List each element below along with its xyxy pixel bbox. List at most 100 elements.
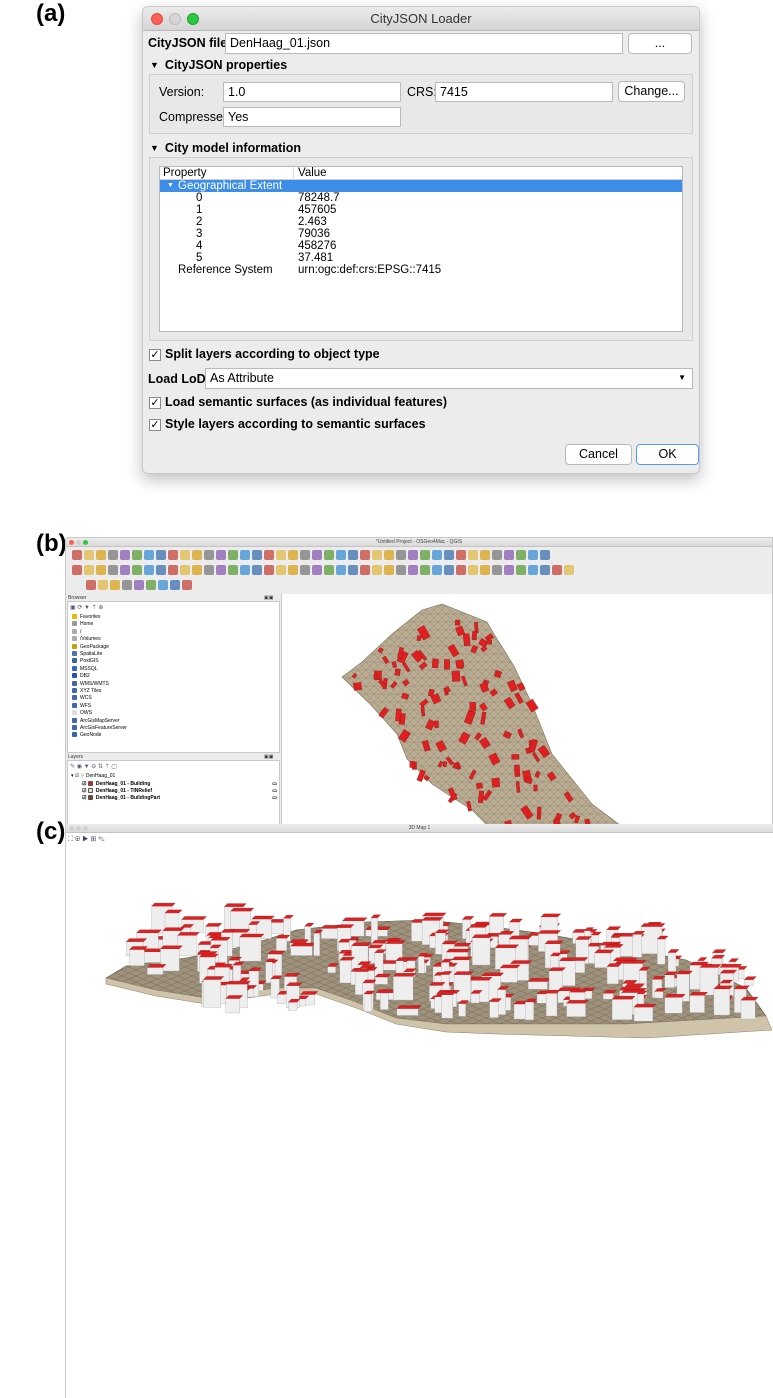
layer-row[interactable]: ☑ DenHaag_01 - BuildingPart ▭ (82, 795, 277, 802)
browser-item[interactable]: WFS (72, 702, 91, 710)
toolbar-tool-icon[interactable] (432, 550, 442, 560)
style-layers-checkbox[interactable]: ✓ (149, 419, 161, 431)
toolbar-tool-icon[interactable] (336, 550, 346, 560)
table-row[interactable]: 2 2.463 (160, 216, 682, 228)
toolbar-tool-icon[interactable] (288, 550, 298, 560)
toolbar-tool-icon[interactable] (504, 565, 514, 575)
toolbar-tool-icon[interactable] (492, 550, 502, 560)
toolbar-tool-icon[interactable] (528, 550, 538, 560)
toolbar-tool-icon[interactable] (312, 550, 322, 560)
toolbar-tool-icon[interactable] (72, 550, 82, 560)
toolbar-tool-icon[interactable] (288, 565, 298, 575)
building-3d[interactable] (453, 971, 474, 1002)
browser-item[interactable]: Favorites (72, 614, 101, 621)
layer-group-row[interactable]: ▾ ☑ ⚲ DenHaag_01 (71, 773, 115, 780)
browser-item[interactable]: Home (72, 621, 93, 628)
visibility-checkbox[interactable]: ☑ (82, 795, 88, 801)
toolbar-tool-icon[interactable] (228, 550, 238, 560)
toolbar-tool-icon[interactable] (192, 565, 202, 575)
toolbar-tool-icon[interactable] (444, 565, 454, 575)
toolbar-tool-icon[interactable] (144, 565, 154, 575)
toolbar-tool-icon[interactable] (552, 565, 562, 575)
toolbar-tool-icon[interactable] (420, 550, 430, 560)
minimize-window-icon[interactable] (76, 826, 81, 831)
building-footprint[interactable] (478, 790, 485, 804)
table-row-group[interactable]: ▼ Geographical Extent (160, 180, 682, 192)
building-3d[interactable] (290, 942, 316, 956)
toolbar-tool-icon[interactable] (324, 565, 334, 575)
building-footprint[interactable] (409, 761, 415, 768)
3d-scene-svg[interactable] (66, 838, 773, 1398)
toolbar-tool-icon[interactable] (396, 565, 406, 575)
model-section-header[interactable]: ▼ City model information (150, 141, 301, 155)
toolbar-tool-icon[interactable] (122, 580, 132, 590)
toolbar-tool-icon[interactable] (156, 565, 166, 575)
visibility-checkbox[interactable]: ☑ (75, 773, 79, 779)
browser-item[interactable]: SpatiaLite (72, 651, 102, 658)
toolbar-tool-icon[interactable] (110, 580, 120, 590)
building-footprint[interactable] (353, 682, 363, 691)
browse-button[interactable]: ... (628, 33, 692, 54)
building-3d[interactable] (527, 978, 551, 990)
toolbar-tool-icon[interactable] (372, 565, 382, 575)
ok-button[interactable]: OK (636, 444, 699, 465)
toolbar-tool-icon[interactable] (96, 565, 106, 575)
toolbar-tool-icon[interactable] (158, 580, 168, 590)
building-footprint[interactable] (475, 782, 483, 789)
toolbar-tool-icon[interactable] (396, 550, 406, 560)
table-row[interactable]: 0 78248.7 (160, 192, 682, 204)
toolbar-tool-icon[interactable] (86, 580, 96, 590)
toolbar-tool-icon[interactable] (192, 550, 202, 560)
table-row[interactable]: 1 457605 (160, 204, 682, 216)
toolbar-tool-icon[interactable] (168, 565, 178, 575)
building-footprint[interactable] (428, 688, 435, 697)
toolbar-tool-icon[interactable] (204, 565, 214, 575)
building-3d[interactable] (365, 926, 391, 937)
toolbar-tool-icon[interactable] (300, 550, 310, 560)
toolbar-tool-icon[interactable] (468, 565, 478, 575)
toolbar-tool-icon[interactable] (324, 550, 334, 560)
toolbar-tool-icon[interactable] (444, 550, 454, 560)
building-footprint[interactable] (486, 639, 493, 645)
layer-indicator-icon[interactable]: ▭ (272, 781, 277, 788)
building-3d[interactable] (744, 976, 757, 986)
toolbar-tool-icon[interactable] (372, 550, 382, 560)
toolbar-tool-icon[interactable] (480, 565, 490, 575)
layer-row[interactable]: ☑ DenHaag_01 - Building ▭ (82, 781, 277, 788)
browser-item[interactable]: GeoPackage (72, 643, 109, 651)
building-footprint[interactable] (394, 668, 401, 676)
toolbar-tool-icon[interactable] (146, 580, 156, 590)
building-footprint[interactable] (469, 702, 477, 712)
toolbar-tool-icon[interactable] (276, 550, 286, 560)
toolbar-tool-icon[interactable] (432, 565, 442, 575)
building-3d[interactable] (566, 1000, 589, 1017)
toolbar-tool-icon[interactable] (72, 565, 82, 575)
toolbar-tool-icon[interactable] (132, 565, 142, 575)
toolbar-tool-icon[interactable] (540, 550, 550, 560)
building-footprint[interactable] (455, 659, 465, 669)
building-footprint[interactable] (416, 635, 422, 641)
building-3d[interactable] (396, 1005, 422, 1016)
building-footprint[interactable] (395, 708, 402, 722)
toolbar-tool-icon[interactable] (168, 550, 178, 560)
toolbar-tool-icon[interactable] (240, 565, 250, 575)
browser-item[interactable]: ArcGisMapServer (72, 717, 119, 725)
toolbar-tool-icon[interactable] (216, 565, 226, 575)
table-row[interactable]: 5 37.481 (160, 252, 682, 264)
toolbar-tool-icon[interactable] (144, 550, 154, 560)
col-value-header[interactable]: Value (298, 167, 327, 179)
toolbar-tool-icon[interactable] (480, 550, 490, 560)
model-info-table[interactable]: Property Value ▼ Geographical Extent 0 78… (159, 166, 683, 332)
zoom-window-icon[interactable] (187, 13, 199, 25)
toolbar-tool-icon[interactable] (134, 580, 144, 590)
toolbar-tool-icon[interactable] (120, 565, 130, 575)
building-footprint[interactable] (431, 658, 439, 669)
browser-item[interactable]: / (72, 628, 81, 636)
close-window-icon[interactable] (69, 540, 74, 545)
building-footprint[interactable] (511, 754, 520, 760)
toolbar-tool-icon[interactable] (252, 565, 262, 575)
table-row[interactable]: 3 79036 (160, 228, 682, 240)
browser-item[interactable]: DB2 (72, 673, 90, 680)
visibility-checkbox[interactable]: ☑ (82, 781, 88, 787)
minimize-window-icon[interactable] (169, 13, 181, 25)
